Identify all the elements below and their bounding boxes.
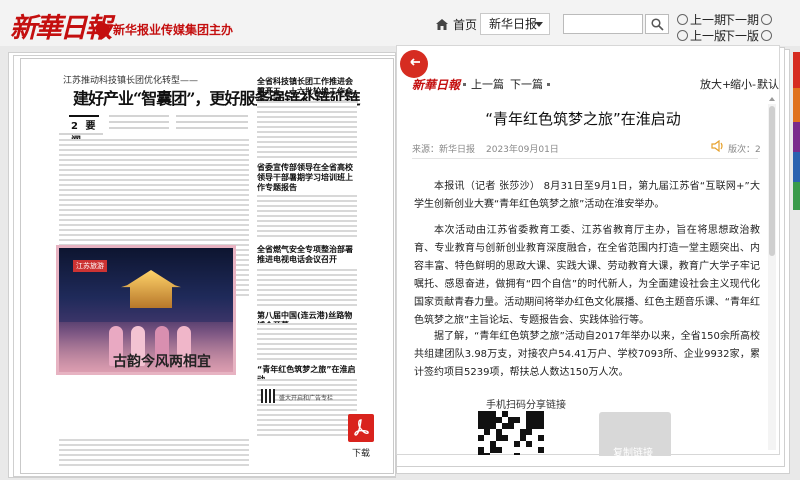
side-headline[interactable]: 省委宣传部领导在全省高校领导干部暑期学习培训班上作专题报告 [257, 163, 357, 193]
circle-icon [677, 30, 688, 41]
pdf-download-button[interactable] [348, 414, 374, 442]
qr-module [514, 453, 520, 455]
paper-body-columns [257, 323, 357, 363]
divider [412, 158, 758, 159]
article-paragraph: 本次活动由江苏省委教育工委、江苏省教育厅主办，旨在将思想政治教育、专业教育与创新… [414, 225, 760, 326]
paper-body-columns [59, 439, 249, 469]
home-link[interactable]: 首页 [436, 16, 477, 33]
home-icon [436, 19, 448, 30]
zoom-out-button[interactable]: 缩小- [730, 76, 756, 92]
bullet-icon [547, 82, 550, 86]
article-nav: 上一篇 下一篇 [462, 76, 551, 92]
site-logo[interactable]: 新華日報 [10, 6, 112, 45]
qr-module [484, 429, 490, 435]
text-line [109, 127, 169, 129]
page-number-value: 2 [71, 121, 78, 132]
download-label[interactable]: 下载 [352, 446, 370, 459]
prev-article-link[interactable]: 上一篇 [471, 76, 504, 92]
publisher-mark-icon [96, 22, 110, 37]
qr-module [526, 429, 532, 435]
top-bar: 新華日報 新华报业传媒集团主办 首页 新华日报 上一期 下一期 上一版 下一版 [0, 0, 800, 46]
copy-link-button[interactable]: 复制链接 [599, 412, 671, 459]
qr-module [538, 435, 544, 441]
search-icon [651, 18, 664, 31]
color-tab[interactable] [793, 122, 800, 152]
article-edition: 版次：2 [728, 145, 761, 155]
pavilion-graphic [121, 270, 181, 308]
prev-page-link[interactable]: 上一版 [677, 27, 726, 44]
zoom-default-button[interactable]: 默认 [757, 76, 779, 92]
article-paragraph: 本报讯（记者 张莎沙） 8月31日至9月1日，第九届江苏省“互联网+”大学生创新… [414, 181, 760, 210]
paper-body-columns [257, 195, 357, 239]
next-page-link[interactable]: 下一版 [723, 27, 774, 44]
prev-page-label: 上一版 [690, 29, 727, 43]
text-line [109, 115, 169, 117]
prev-issue-label: 上一期 [690, 13, 727, 27]
edition-select-value: 新华日报 [489, 17, 538, 31]
side-headline[interactable]: 全省燃气安全专项整治部署推进电视电话会议召开 [257, 245, 357, 265]
circle-icon [761, 30, 773, 41]
prev-issue-link[interactable]: 上一期 [677, 11, 726, 28]
qr-module [508, 423, 514, 429]
color-tab[interactable] [793, 152, 800, 182]
circle-icon [677, 14, 688, 25]
qr-module [526, 441, 532, 447]
pdf-icon [354, 419, 369, 436]
qr-module [514, 441, 520, 447]
text-line [59, 133, 103, 135]
back-button[interactable] [400, 50, 428, 78]
qr-module [538, 423, 544, 429]
bullet-icon [463, 82, 466, 86]
qr-module [496, 447, 502, 453]
text-line [176, 127, 248, 129]
search-button[interactable] [645, 14, 669, 34]
newspaper-page[interactable]: 江苏推动科技镇长团优化转型—— 建好产业“智囊团”，更好服务强链补链延链 2 要… [20, 58, 394, 474]
article-source: 来源：新华日报 [412, 145, 476, 155]
color-tab[interactable] [793, 182, 800, 210]
speaker-icon[interactable] [711, 140, 725, 152]
publisher-name: 新华报业传媒集团主办 [113, 23, 234, 37]
qr-module [514, 417, 520, 423]
qr-module [484, 453, 490, 455]
circle-icon [761, 14, 773, 25]
color-tab[interactable] [793, 52, 800, 88]
scroll-up-arrow[interactable] [769, 97, 775, 101]
article-title: “青年红色筑梦之旅”在淮启动 [485, 110, 681, 128]
text-line [109, 121, 169, 123]
qr-module [502, 435, 508, 441]
qr-module [538, 447, 544, 453]
small-qr-icon [261, 389, 275, 403]
search-input[interactable] [563, 14, 643, 34]
article-paragraph: 据了解，“青年红色筑梦之旅”活动自2017年举办以来，全省150余所高校共组建团… [414, 331, 760, 378]
home-label: 首页 [453, 18, 478, 32]
copy-link-label: 复制链接 [613, 448, 653, 459]
chevron-down-icon [535, 22, 543, 27]
qr-module [478, 435, 484, 441]
qr-caption: 手机扫码分享链接 [486, 400, 566, 411]
article-brand: 新華日報 [412, 78, 461, 92]
paper-body-columns [257, 379, 357, 439]
bottom-note: 盛大开启和广告专栏 [279, 395, 334, 402]
next-page-label: 下一版 [723, 29, 760, 43]
next-article-link[interactable]: 下一篇 [510, 76, 543, 92]
text-line [176, 121, 248, 123]
photo-title[interactable]: 古韵今风两相宜 [113, 351, 211, 371]
publisher-logo: 新华报业传媒集团主办 [96, 21, 233, 38]
next-issue-link[interactable]: 下一期 [723, 11, 774, 28]
color-tab[interactable] [793, 88, 800, 122]
next-issue-label: 下一期 [723, 13, 760, 27]
text-line [176, 115, 248, 117]
photo-tag: 江苏旅游 [73, 260, 107, 272]
share-qr-code [477, 411, 545, 455]
paper-body-columns [257, 101, 357, 159]
article-date: 2023年09月01日 [486, 145, 559, 155]
paper-body-columns [257, 269, 357, 309]
edition-select[interactable]: 新华日报 [480, 13, 550, 35]
zoom-in-button[interactable]: 放大+ [700, 76, 731, 92]
back-arrow-icon [410, 58, 420, 66]
